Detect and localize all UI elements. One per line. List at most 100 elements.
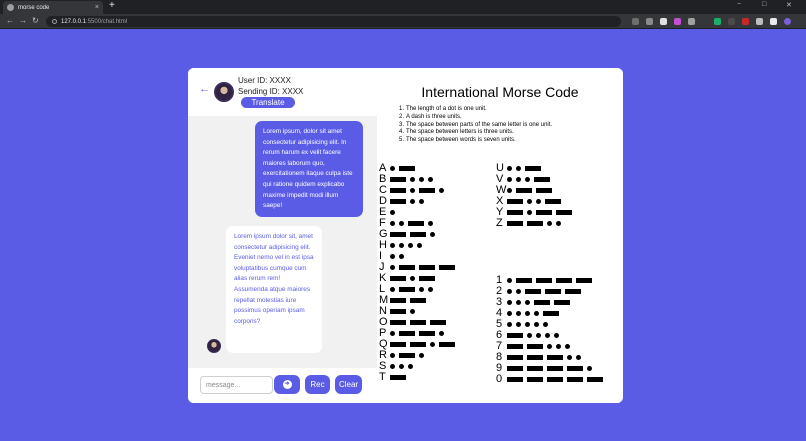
morse-sequence <box>390 342 459 347</box>
new-tab-button[interactable]: + <box>109 0 115 11</box>
morse-dash <box>390 309 406 314</box>
browser-tab[interactable]: morse code × <box>3 1 103 14</box>
address-bar[interactable]: 127.0.0.1 :5500/chat.html <box>46 16 621 27</box>
send-icon: ➜ <box>282 380 292 389</box>
morse-sequence <box>507 344 574 349</box>
morse-dot <box>516 300 521 305</box>
morse-dot <box>390 243 395 248</box>
forward-icon[interactable]: → <box>19 16 27 25</box>
morse-dash <box>536 278 552 283</box>
extension-icon[interactable] <box>632 18 639 25</box>
morse-dot <box>507 188 512 193</box>
morse-sequence <box>507 177 554 182</box>
morse-dash <box>534 300 550 305</box>
rule-item: 2. A dash is three units. <box>399 113 462 120</box>
clear-button[interactable]: Clear <box>335 375 362 394</box>
morse-dot <box>419 353 424 358</box>
morse-dash <box>399 353 415 358</box>
morse-dash <box>545 199 561 204</box>
morse-row: E <box>379 207 459 218</box>
close-window-icon[interactable]: ✕ <box>786 1 792 9</box>
letters-u-z: UVWXYZ <box>496 163 576 229</box>
morse-sequence <box>507 221 565 226</box>
morse-dot <box>527 333 532 338</box>
site-info-icon[interactable] <box>52 19 57 24</box>
close-tab-icon[interactable]: × <box>95 4 99 11</box>
morse-dot <box>525 311 530 316</box>
morse-dash <box>556 210 572 215</box>
morse-dot <box>428 177 433 182</box>
morse-sequence <box>390 232 439 237</box>
morse-dash <box>527 377 543 382</box>
morse-row: A <box>379 163 459 174</box>
morse-sequence <box>390 375 410 380</box>
morse-dash <box>527 366 543 371</box>
morse-dash <box>525 289 541 294</box>
morse-dash <box>390 320 406 325</box>
chat-panel: ← User ID: XXXX Sending ID: XXXX Transla… <box>188 68 377 403</box>
extension-icon[interactable] <box>674 18 681 25</box>
morse-dash <box>390 375 406 380</box>
morse-sequence <box>507 377 607 382</box>
morse-dot <box>390 265 395 270</box>
profile-avatar[interactable] <box>784 18 791 25</box>
morse-dash <box>439 265 455 270</box>
morse-dot <box>536 199 541 204</box>
morse-row: 2 <box>496 286 607 297</box>
morse-dash <box>439 342 455 347</box>
extension-icon[interactable] <box>742 18 749 25</box>
morse-row: F <box>379 218 459 229</box>
morse-dash <box>390 199 406 204</box>
morse-row: X <box>496 196 576 207</box>
minimize-icon[interactable]: − <box>737 1 741 8</box>
sidebar-icon[interactable] <box>770 18 777 25</box>
maximize-icon[interactable]: □ <box>762 1 766 8</box>
morse-row: T <box>379 372 459 383</box>
morse-dash <box>507 377 523 382</box>
morse-dash <box>565 289 581 294</box>
morse-row: Z <box>496 218 576 229</box>
app-card: ← User ID: XXXX Sending ID: XXXX Transla… <box>188 68 623 403</box>
globe-icon <box>7 4 14 11</box>
morse-dot <box>534 322 539 327</box>
extension-icon[interactable] <box>688 18 695 25</box>
morse-dot <box>556 344 561 349</box>
puzzle-icon[interactable] <box>756 18 763 25</box>
morse-row: N <box>379 306 459 317</box>
morse-sequence <box>390 166 419 171</box>
message-input[interactable] <box>200 376 273 394</box>
translate-button[interactable]: Translate <box>241 97 295 108</box>
rule-item: 4. The space between letters is three uni… <box>399 129 514 136</box>
morse-dot <box>527 199 532 204</box>
morse-dash <box>390 276 406 281</box>
morse-dot <box>516 177 521 182</box>
morse-dot <box>547 221 552 226</box>
morse-dot <box>507 278 512 283</box>
morse-sequence <box>507 188 556 193</box>
rec-button[interactable]: Rec <box>305 375 330 394</box>
reload-icon[interactable]: ↻ <box>32 16 39 25</box>
back-arrow-icon[interactable]: ← <box>199 83 210 95</box>
send-button[interactable]: ➜ <box>274 375 300 394</box>
morse-dash <box>567 377 583 382</box>
morse-dot <box>516 289 521 294</box>
morse-sequence <box>390 331 448 336</box>
morse-dot <box>439 188 444 193</box>
morse-dash <box>507 221 523 226</box>
morse-row: 0 <box>496 374 607 385</box>
morse-row: 7 <box>496 341 607 352</box>
morse-sequence <box>390 265 459 270</box>
morse-dot <box>439 331 444 336</box>
morse-dot <box>408 243 413 248</box>
back-icon[interactable]: ← <box>6 16 14 25</box>
morse-char: Z <box>496 217 503 229</box>
morse-dash <box>507 355 523 360</box>
extension-icon[interactable] <box>646 18 653 25</box>
morse-sequence <box>507 199 565 204</box>
morse-dash <box>410 320 426 325</box>
morse-dash <box>419 331 435 336</box>
extension-icon[interactable] <box>714 18 721 25</box>
extension-icon[interactable] <box>728 18 735 25</box>
extension-icon[interactable] <box>660 18 667 25</box>
morse-row: 5 <box>496 319 607 330</box>
